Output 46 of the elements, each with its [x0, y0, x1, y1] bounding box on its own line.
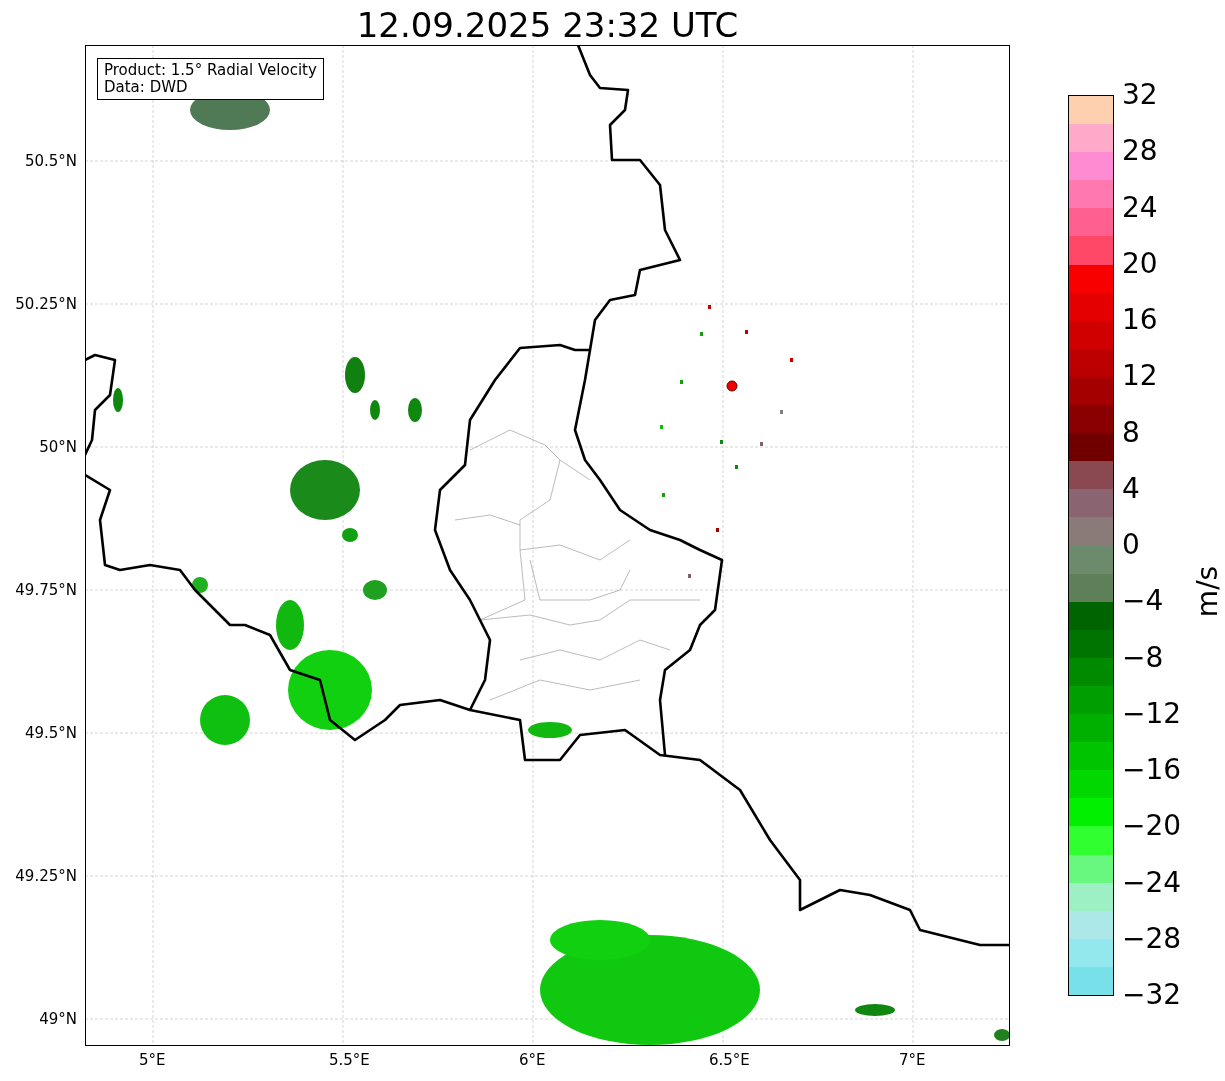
latitude-label: 49°N: [39, 1010, 77, 1028]
color-bar-tick-label: −16: [1122, 755, 1182, 785]
info-text: Data: DWD: [104, 79, 189, 96]
latitude-label: 50.5°N: [24, 152, 77, 170]
latitude-label: 50°N: [39, 438, 77, 456]
latitude-label: 49.5°N: [24, 724, 77, 742]
color-bar-tick-label: 20: [1122, 248, 1158, 279]
radar-echo: [192, 577, 208, 593]
radar-echo: [200, 695, 250, 745]
latitude-label: 49.25°N: [15, 867, 77, 885]
color-bar-tick-label: −12: [1122, 698, 1182, 729]
color-bar-tick-label: 32: [1122, 80, 1158, 110]
radar-echo: [345, 357, 365, 393]
radar-echo: [363, 580, 387, 600]
color-bar-tick-label: −24: [1122, 867, 1182, 898]
radar-site-marker: [726, 380, 738, 392]
radar-echo: [342, 528, 358, 542]
color-bar-tick-label: 12: [1122, 361, 1158, 392]
radar-echo: [370, 400, 380, 420]
color-bar-tick-label: 28: [1122, 136, 1158, 167]
color-bar-tick-label: 24: [1122, 192, 1158, 223]
info-text: Product: 1.5° Radial Velocity: [104, 62, 317, 79]
longitude-label: 5°E: [139, 1051, 166, 1069]
longitude-label: 6.5°E: [709, 1051, 750, 1069]
color-bar-tick-label: −20: [1122, 811, 1182, 842]
color-bar-tick-label: −32: [1122, 980, 1182, 1010]
color-bar-tick-label: 8: [1122, 417, 1140, 448]
latitude-label: 49.75°N: [15, 581, 77, 599]
longitude-label: 7°E: [899, 1051, 926, 1069]
radar-echo: [113, 388, 123, 412]
longitude-label: 6°E: [519, 1051, 546, 1069]
color-bar-tick-label: 16: [1122, 305, 1158, 335]
latitude-label: 50.25°N: [15, 295, 77, 313]
color-bar-label: m/s: [1191, 565, 1225, 618]
radar-echo: [290, 460, 360, 520]
color-bar-tick-label: −8: [1122, 642, 1164, 673]
color-bar-tick-label: 0: [1122, 530, 1140, 560]
color-bar-tick-label: 4: [1122, 473, 1140, 504]
color-bar-tick-label: −4: [1122, 586, 1164, 617]
color-bar-tick-label: −28: [1122, 923, 1182, 954]
radar-echo: [994, 1029, 1009, 1041]
radar-echo: [855, 1004, 895, 1016]
chart-title: 12.09.2025 23:32 UTC: [356, 5, 739, 45]
radar-echo: [528, 722, 572, 738]
radar-echo: [408, 398, 422, 422]
longitude-label: 5.5°E: [329, 1051, 370, 1069]
